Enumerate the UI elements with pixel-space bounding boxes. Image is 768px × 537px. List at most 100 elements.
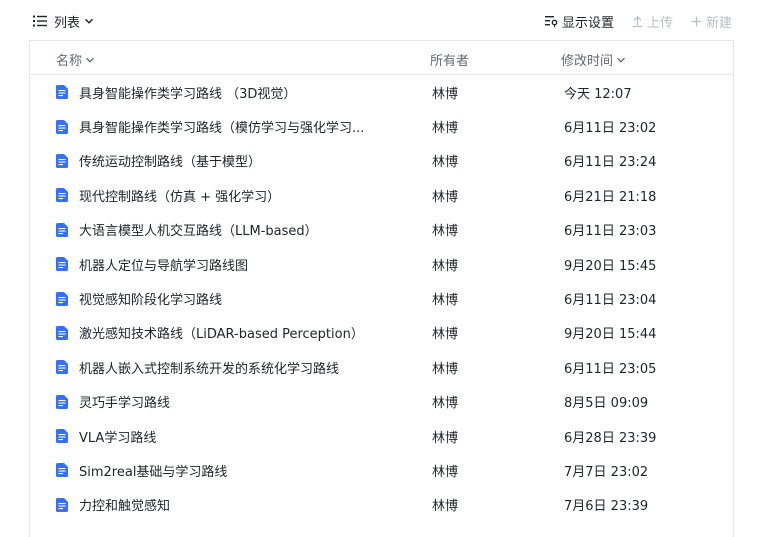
file-modified-time: 6月11日 23:04 [564, 293, 657, 309]
plus-icon [691, 16, 702, 26]
file-owner: 林博 [432, 464, 459, 480]
file-modified-time: 6月11日 23:05 [564, 361, 657, 377]
table-row[interactable]: 现代控制路线（仿真 + 强化学习） 林博 6月21日 21:18 [30, 178, 733, 212]
display-settings-button[interactable]: 显示设置 [544, 12, 614, 31]
file-title: VLA学习路线 [79, 430, 157, 446]
file-modified-time: 6月11日 23:02 [564, 121, 657, 137]
table-row[interactable]: 大语言模型人机交互路线（LLM-based） 林博 6月11日 23:03 [30, 213, 733, 247]
file-owner: 林博 [432, 499, 459, 515]
table-row[interactable]: 机器人定位与导航学习路线图 林博 9月20日 15:45 [30, 247, 733, 281]
file-name-cell: 传统运动控制路线（基于模型） [56, 144, 406, 178]
file-name-cell: 具身智能操作类学习路线（模仿学习与强化学习... [56, 109, 406, 143]
doc-file-icon [56, 85, 68, 100]
doc-file-icon [56, 429, 68, 444]
display-settings-label: 显示设置 [561, 15, 614, 31]
file-owner: 林博 [432, 293, 459, 309]
table-row[interactable]: 具身智能操作类学习路线 （3D视觉） 林博 今天 12:07 [30, 75, 733, 109]
file-title: 力控和触觉感知 [79, 499, 171, 515]
file-name-cell: 机器人嵌入式控制系统开发的系统化学习路线 [56, 350, 406, 384]
file-name-cell: 大语言模型人机交互路线（LLM-based） [56, 213, 406, 247]
file-list-page: 列表 显示设置 上传 新建 名称 所有者 修改时间 具身智能操作类学习路线 （3… [0, 0, 768, 537]
column-header-modified-time[interactable]: 修改时间 [561, 50, 626, 69]
file-owner: 林博 [432, 522, 458, 537]
file-modified-time: 6月21日 21:18 [564, 189, 657, 205]
chevron-down-icon [85, 18, 94, 24]
file-name-cell: 具身智能操作类学习路线 （3D视觉） [56, 75, 406, 109]
file-title: 视觉感知阶段化学习路线 [79, 293, 223, 309]
table-body: 具身智能操作类学习路线 （3D视觉） 林博 今天 12:07 具身智能操作类学习… [30, 75, 733, 537]
file-name-cell: 视觉感知阶段化学习路线 [56, 281, 406, 315]
file-name-cell: 现代控制路线（仿真 + 强化学习） [56, 178, 406, 212]
toolbar: 列表 显示设置 上传 新建 [0, 0, 768, 40]
file-title: Sim2real基础与学习路线 [79, 464, 228, 480]
file-modified-time: 7月6日 23:39 [564, 499, 649, 515]
file-title: 机器人嵌入式控制系统开发的系统化学习路线 [79, 361, 340, 377]
view-mode-label: 列表 [54, 15, 81, 31]
table-row[interactable]: 传统运动控制路线（基于模型） 林博 6月11日 23:24 [30, 144, 733, 178]
table-row[interactable]: 力控和触觉感知 林博 7月6日 23:39 [30, 488, 733, 522]
file-owner: 林博 [432, 361, 459, 377]
doc-file-icon [56, 222, 68, 237]
doc-file-icon [56, 291, 68, 306]
column-header-name-label: 名称 [56, 54, 83, 69]
toolbar-actions: 显示设置 上传 新建 [527, 11, 732, 31]
file-owner: 林博 [432, 430, 459, 446]
file-title: 激光感知技术路线（LiDAR-based Perception） [79, 327, 364, 343]
view-mode-dropdown[interactable]: 列表 [33, 11, 94, 31]
table-row[interactable]: 视觉感知阶段化学习路线 林博 6月11日 23:04 [30, 281, 733, 315]
file-modified-time: 9月20日 15:45 [564, 258, 657, 274]
doc-file-icon [56, 153, 68, 168]
file-name-cell: 力控和触觉感知 [56, 488, 406, 522]
doc-file-icon [56, 325, 68, 340]
file-owner: 林博 [432, 327, 459, 343]
file-title: 传统运动控制路线（基于模型） [79, 155, 262, 171]
file-owner: 林博 [432, 258, 459, 274]
upload-icon [632, 15, 642, 27]
table-row[interactable]: VLA学习路线 林博 6月28日 23:39 [30, 419, 733, 453]
file-name-cell: 具身智能入门指南 Embodied AI Guide [56, 522, 406, 537]
doc-file-icon [56, 188, 68, 203]
file-title: 大语言模型人机交互路线（LLM-based） [79, 224, 318, 240]
file-modified-time: 6月28日 23:39 [564, 430, 657, 446]
doc-file-icon [56, 394, 68, 409]
new-button[interactable]: 新建 [691, 12, 732, 31]
file-modified-time: 6月11日 23:03 [564, 224, 657, 240]
upload-label: 上传 [646, 15, 673, 31]
file-modified-time: 8月5日 09:09 [564, 396, 649, 412]
file-name-cell: 灵巧手学习路线 [56, 385, 406, 419]
file-table: 名称 所有者 修改时间 具身智能操作类学习路线 （3D视觉） 林博 今天 12:… [29, 40, 734, 537]
file-title: 灵巧手学习路线 [79, 396, 171, 412]
file-modified-time: 9月17日 10:20 [564, 522, 656, 537]
file-owner: 林博 [432, 396, 459, 412]
list-view-icon [33, 15, 47, 27]
table-row[interactable]: 具身智能入门指南 Embodied AI Guide 林博 9月17日 10:2… [30, 522, 733, 537]
column-header-name[interactable]: 名称 [56, 50, 95, 69]
file-name-cell: 激光感知技术路线（LiDAR-based Perception） [56, 316, 406, 350]
table-row[interactable]: Sim2real基础与学习路线 林博 7月7日 23:02 [30, 453, 733, 487]
upload-button[interactable]: 上传 [632, 12, 673, 31]
file-name-cell: Sim2real基础与学习路线 [56, 453, 406, 487]
file-title: 现代控制路线（仿真 + 强化学习） [79, 189, 281, 205]
table-row[interactable]: 激光感知技术路线（LiDAR-based Perception） 林博 9月20… [30, 316, 733, 350]
column-header-owner-label: 所有者 [430, 54, 470, 69]
file-title: 机器人定位与导航学习路线图 [79, 258, 249, 274]
doc-file-icon [56, 497, 68, 512]
table-row[interactable]: 具身智能操作类学习路线（模仿学习与强化学习... 林博 6月11日 23:02 [30, 109, 733, 143]
file-modified-time: 7月7日 23:02 [564, 464, 649, 480]
new-label: 新建 [705, 15, 732, 31]
table-row[interactable]: 机器人嵌入式控制系统开发的系统化学习路线 林博 6月11日 23:05 [30, 350, 733, 384]
file-owner: 林博 [432, 86, 459, 102]
column-header-owner: 所有者 [430, 50, 469, 69]
file-name-cell: 机器人定位与导航学习路线图 [56, 247, 406, 281]
file-name-cell: VLA学习路线 [56, 419, 406, 453]
settings-sliders-icon [544, 16, 558, 27]
file-title: 具身智能操作类学习路线（模仿学习与强化学习... [79, 121, 365, 137]
doc-file-icon [56, 119, 68, 134]
file-owner: 林博 [432, 121, 459, 137]
table-row[interactable]: 灵巧手学习路线 林博 8月5日 09:09 [30, 385, 733, 419]
table-header: 名称 所有者 修改时间 [30, 41, 733, 75]
file-modified-time: 6月11日 23:24 [564, 155, 657, 171]
chevron-down-icon [86, 57, 94, 63]
file-owner: 林博 [432, 189, 459, 205]
file-title: 具身智能操作类学习路线 （3D视觉） [79, 86, 297, 102]
